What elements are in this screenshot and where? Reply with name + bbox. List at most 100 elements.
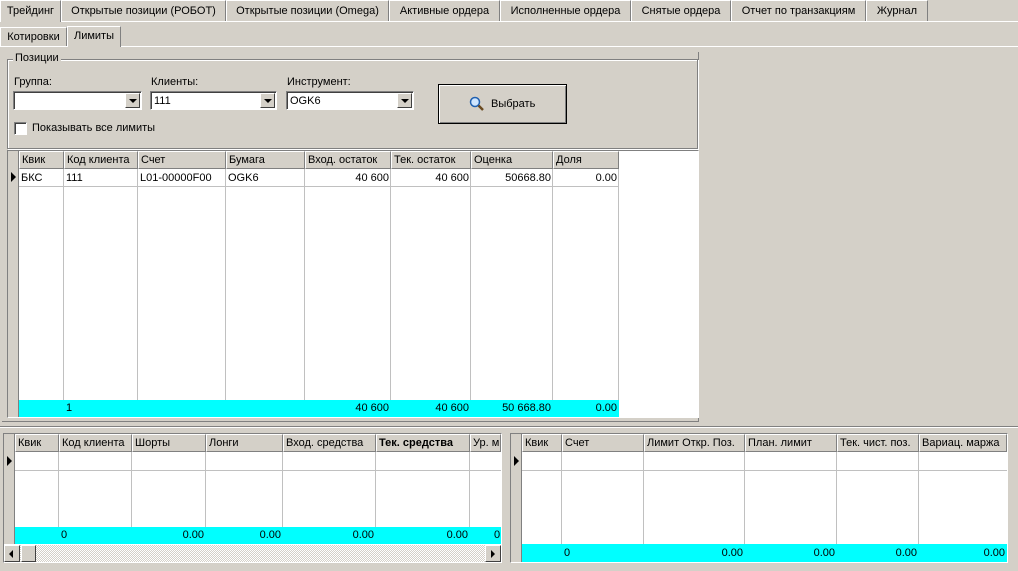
cell-client-code: 111	[66, 172, 83, 184]
col-header-net-pos[interactable]: Тек. чист. поз.	[837, 434, 919, 452]
col-divider	[918, 452, 919, 544]
col-header-longs[interactable]: Лонги	[206, 434, 283, 452]
col-header-quik[interactable]: Квик	[522, 434, 562, 452]
col-header-client-code[interactable]: Код клиента	[59, 434, 132, 452]
select-button-label: Выбрать	[491, 98, 536, 110]
cell-valuation: 50668.80	[505, 172, 551, 184]
row-indicator-column	[511, 434, 522, 562]
horizontal-scrollbar[interactable]	[4, 545, 501, 562]
subtab-divider	[0, 46, 67, 47]
col-header-cur-funds[interactable]: Тек. средства	[376, 434, 470, 452]
total-client-count: 1	[66, 402, 73, 414]
total-cur-balance: 40 600	[435, 402, 469, 414]
col-header-valuation[interactable]: Оценка	[471, 151, 553, 169]
col-divider	[58, 452, 59, 527]
col-header-client-code[interactable]: Код клиента	[64, 151, 138, 169]
tab-label: Снятые ордера	[641, 5, 721, 17]
col-header-quik[interactable]: Квик	[19, 151, 64, 169]
col-header-security[interactable]: Бумага	[226, 151, 305, 169]
total-in-balance: 40 600	[355, 402, 389, 414]
instrument-select[interactable]: OGK6	[286, 91, 414, 110]
total-plan-limit: 0.00	[813, 547, 835, 559]
chevron-down-icon[interactable]	[397, 93, 412, 108]
select-button[interactable]: Выбрать	[438, 84, 567, 124]
money-grid[interactable]: Квик Код клиента Шорты Лонги Вход. средс…	[3, 433, 502, 563]
col-header-var-margin[interactable]: Вариац. маржа	[919, 434, 1007, 452]
scrollbar-thumb[interactable]	[21, 545, 36, 562]
col-divider	[469, 452, 470, 527]
col-divider	[137, 169, 138, 400]
tab-journal[interactable]: Журнал	[866, 0, 928, 21]
clients-select[interactable]: 111	[150, 91, 277, 110]
cell-share: 0.00	[595, 172, 617, 184]
group-label: Группа:	[14, 76, 52, 88]
show-all-limits-label: Показывать все лимиты	[32, 122, 156, 134]
positions-group-title: Позиции	[13, 52, 61, 64]
col-header-plan-limit[interactable]: План. лимит	[745, 434, 837, 452]
clients-label: Клиенты:	[151, 76, 199, 88]
group-select[interactable]	[13, 91, 142, 110]
current-row-icon	[11, 172, 16, 182]
tab-executed-orders[interactable]: Исполненные ордера	[500, 0, 631, 21]
total-longs: 0.00	[259, 529, 281, 541]
cell-in-balance: 40 600	[355, 172, 389, 184]
col-header-margin-level[interactable]: Ур. м	[470, 434, 501, 452]
col-header-shorts[interactable]: Шорты	[132, 434, 206, 452]
col-header-account[interactable]: Счет	[138, 151, 226, 169]
col-header-quik[interactable]: Квик	[15, 434, 59, 452]
col-header-cur-balance[interactable]: Тек. остаток	[391, 151, 471, 169]
tab-transaction-report[interactable]: Отчет по транзакциям	[731, 0, 866, 21]
cell-quik: БКС	[21, 172, 43, 184]
col-divider	[836, 452, 837, 544]
total-client-count: 0	[61, 529, 68, 541]
show-all-limits-checkbox[interactable]	[14, 122, 27, 135]
col-divider	[744, 452, 745, 544]
tab-divider	[61, 21, 1018, 22]
tab-open-positions-omega[interactable]: Открытые позиции (Omega)	[226, 0, 389, 21]
tab-label: Журнал	[876, 5, 918, 17]
total-in-funds: 0.00	[352, 529, 374, 541]
col-header-share[interactable]: Доля	[553, 151, 619, 169]
col-divider	[618, 169, 619, 400]
total-share: 0.00	[595, 402, 617, 414]
tab-active-orders[interactable]: Активные ордера	[389, 0, 500, 21]
instrument-label: Инструмент:	[287, 76, 351, 88]
positions-grid[interactable]: Квик Код клиента Счет Бумага Вход. остат…	[7, 150, 699, 418]
cell-cur-balance: 40 600	[435, 172, 469, 184]
col-header-in-funds[interactable]: Вход. средства	[283, 434, 376, 452]
current-row-icon	[514, 456, 519, 466]
col-divider	[282, 452, 283, 527]
col-header-in-balance[interactable]: Вход. остаток	[305, 151, 391, 169]
current-row-icon	[7, 456, 12, 466]
scroll-right-arrow-icon[interactable]	[485, 545, 501, 562]
tab-trading[interactable]: Трейдинг	[0, 0, 61, 22]
scroll-left-arrow-icon[interactable]	[4, 545, 20, 562]
cell-account: L01-00000F00	[140, 172, 212, 184]
tab-open-positions-robot[interactable]: Открытые позиции (РОБОТ)	[61, 0, 226, 21]
tab-label: Открытые позиции (РОБОТ)	[71, 5, 216, 17]
total-cur-funds: 0.00	[446, 529, 468, 541]
col-divider	[63, 169, 64, 400]
col-divider	[205, 452, 206, 527]
col-header-account[interactable]: Счет	[562, 434, 644, 452]
subtab-label: Лимиты	[73, 30, 114, 42]
col-header-open-pos-limit[interactable]: Лимит Откр. Поз.	[644, 434, 745, 452]
tab-cancelled-orders[interactable]: Снятые ордера	[631, 0, 731, 21]
subtab-quotes[interactable]: Котировки	[0, 27, 67, 47]
col-divider	[131, 452, 132, 527]
chevron-down-icon[interactable]	[125, 93, 140, 108]
total-account-count: 0	[564, 547, 571, 559]
clients-select-value: 111	[154, 95, 171, 107]
col-divider	[225, 169, 226, 400]
tab-label: Открытые позиции (Omega)	[236, 5, 379, 17]
magnifier-icon	[469, 96, 484, 111]
subtab-limits[interactable]: Лимиты	[67, 26, 121, 47]
total-var-margin: 0.00	[983, 547, 1005, 559]
chevron-down-icon[interactable]	[260, 93, 275, 108]
col-divider	[561, 452, 562, 544]
limits-grid[interactable]: Квик Счет Лимит Откр. Поз. План. лимит Т…	[510, 433, 1008, 563]
col-divider	[552, 169, 553, 400]
col-divider	[304, 169, 305, 400]
horizontal-splitter[interactable]	[0, 426, 1018, 428]
total-open-pos-limit: 0.00	[721, 547, 743, 559]
